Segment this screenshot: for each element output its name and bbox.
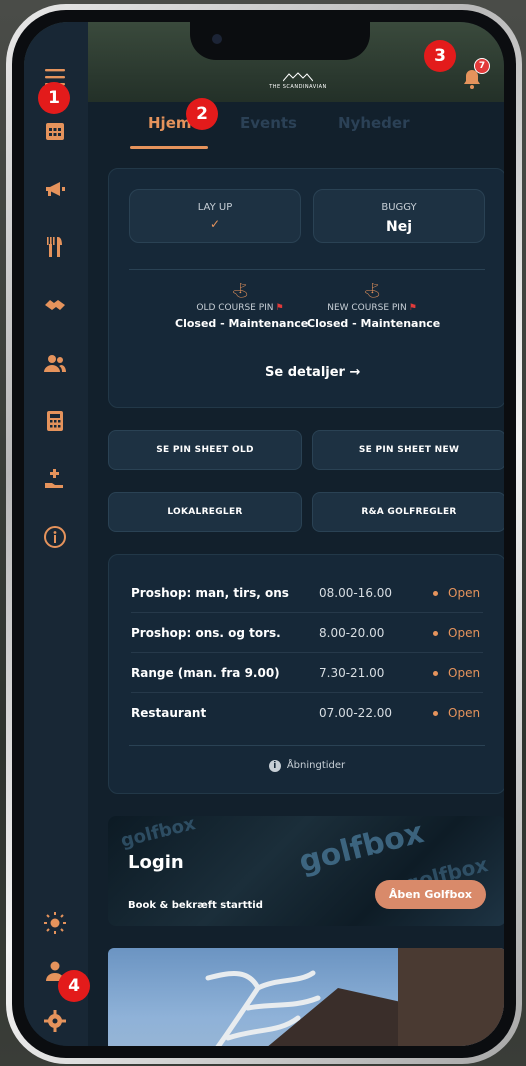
opening-hours-label: Åbningtider: [286, 760, 346, 771]
sidebar-item-donate[interactable]: [40, 464, 70, 494]
phone-bezel: THE SCANDINAVIAN 7 Hjem Events Nyheder L…: [12, 10, 516, 1058]
hours-time: 8.00-20.00: [319, 625, 385, 640]
hours-name: Restaurant: [131, 706, 207, 720]
users-icon: [44, 355, 66, 372]
annotation-marker: 2: [186, 98, 218, 130]
main-content: Hjem Events Nyheder LAY UP ✓ BUGGY Nej ⛳…: [88, 102, 504, 1046]
hours-row: Range (man. fra 9.00) 7.30-21.00 Open: [131, 653, 483, 693]
mountain-logo-icon: [283, 72, 313, 82]
local-rules-button[interactable]: LOKALREGLER: [108, 492, 302, 532]
new-pin-label: NEW COURSE PIN: [327, 303, 407, 313]
sun-icon: [44, 912, 66, 934]
hours-time: 08.00-16.00: [319, 585, 393, 600]
golfbox-title: Login: [128, 852, 184, 873]
hours-status: Open: [448, 585, 481, 600]
hand-plus-icon: [45, 469, 63, 488]
red-flag-icon: ⚑: [408, 303, 417, 313]
golf-flag-icon: ⛳︎: [363, 283, 381, 299]
red-flag-icon: ⚑: [275, 303, 284, 313]
golfbox-watermark: golfbox: [118, 816, 198, 852]
layup-stat: LAY UP ✓: [129, 189, 301, 243]
sidebar-item-restaurant[interactable]: [40, 232, 70, 262]
sidebar-item-info[interactable]: [40, 522, 70, 552]
check-icon: ✓: [209, 217, 221, 231]
divider: [129, 745, 485, 746]
annotation-marker: 3: [424, 40, 456, 72]
hours-status: Open: [448, 706, 481, 720]
old-course-pin: ⛳︎ OLD COURSE PIN ⚑ Closed - Maintenance: [175, 283, 309, 330]
sidebar-item-members[interactable]: [40, 348, 70, 378]
hours-name: Proshop: man, tirs, ons: [131, 585, 289, 600]
hours-status: Open: [448, 665, 481, 680]
brand-logo[interactable]: THE SCANDINAVIAN: [264, 72, 332, 90]
ra-golf-rules-button[interactable]: R&A GOLFREGLER: [312, 492, 504, 532]
new-pin-value: Closed - Maintenance: [307, 317, 441, 330]
annotation-marker: 4: [58, 970, 90, 1002]
pin-sheet-old-button[interactable]: SE PIN SHEET OLD: [108, 430, 302, 470]
notifications-button[interactable]: 7: [462, 58, 490, 90]
restaurant-icon: [47, 237, 62, 257]
hours-row: Proshop: man, tirs, ons 08.00-16.00 Open: [131, 573, 483, 613]
settings-icon: [44, 1010, 66, 1032]
megaphone-icon: [46, 182, 65, 196]
tab-bar: Hjem Events Nyheder: [88, 102, 504, 154]
hours-name: Proshop: ons. og tors.: [131, 625, 281, 640]
golfbox-subtitle: Book & bekræft starttid: [128, 900, 263, 911]
camera: [212, 34, 222, 44]
settings-button[interactable]: [40, 1006, 70, 1036]
opening-hours-card: Proshop: man, tirs, ons 08.00-16.00 Open…: [108, 554, 504, 794]
hours-time: 7.30-21.00: [319, 665, 385, 680]
tab-home[interactable]: Hjem: [148, 114, 192, 132]
app-screen: THE SCANDINAVIAN 7 Hjem Events Nyheder L…: [24, 22, 504, 1046]
hours-name: Range (man. fra 9.00): [131, 665, 280, 680]
new-course-pin: ⛳︎ NEW COURSE PIN ⚑ Closed - Maintenance: [307, 283, 441, 330]
sidebar-item-calendar[interactable]: [40, 116, 70, 146]
buggy-stat: BUGGY Nej: [313, 189, 485, 243]
notch: [190, 22, 370, 60]
layup-label: LAY UP: [197, 202, 233, 213]
notification-badge: 7: [474, 58, 490, 74]
info-icon: [44, 526, 66, 548]
status-dot: [433, 711, 438, 716]
clubhouse-image: [205, 948, 504, 1046]
sidebar-item-calculator[interactable]: [40, 406, 70, 436]
info-icon: i: [268, 760, 281, 772]
active-tab-indicator: [130, 146, 208, 149]
buggy-value: Nej: [385, 219, 412, 235]
calculator-icon: [47, 411, 63, 431]
open-golfbox-button[interactable]: Åben Golfbox: [374, 880, 486, 909]
sidebar-item-announcements[interactable]: [40, 174, 70, 204]
old-pin-label: OLD COURSE PIN: [196, 303, 274, 313]
tab-events[interactable]: Events: [240, 114, 297, 132]
status-dot: [433, 670, 438, 676]
golfbox-banner[interactable]: golfbox golfbox golfbox Login Book & bek…: [108, 816, 504, 926]
news-photo[interactable]: [108, 948, 504, 1046]
hours-time: 07.00-22.00: [319, 706, 393, 720]
golf-flag-icon: ⛳︎: [231, 283, 249, 299]
old-pin-value: Closed - Maintenance: [175, 317, 309, 330]
sidebar-item-partners[interactable]: [40, 290, 70, 320]
status-dot: [433, 590, 438, 596]
calendar-icon: [46, 123, 64, 140]
handshake-icon: [45, 300, 65, 310]
course-status-card: LAY UP ✓ BUGGY Nej ⛳︎ OLD COURSE PIN ⚑ Cl…: [108, 168, 504, 408]
see-details-link[interactable]: Se detaljer →: [265, 365, 360, 380]
brand-name: THE SCANDINAVIAN: [269, 84, 327, 90]
opening-hours-link[interactable]: i Åbningtider: [109, 760, 504, 772]
buggy-label: BUGGY: [381, 202, 417, 213]
divider: [129, 269, 485, 270]
pin-sheet-new-button[interactable]: SE PIN SHEET NEW: [312, 430, 504, 470]
status-dot: [433, 630, 438, 636]
hours-row: Proshop: ons. og tors. 8.00-20.00 Open: [131, 613, 483, 653]
hours-status: Open: [448, 625, 481, 640]
tab-news[interactable]: Nyheder: [338, 114, 410, 132]
hours-row: Restaurant 07.00-22.00 Open: [131, 693, 483, 733]
theme-toggle[interactable]: [40, 908, 70, 938]
sidebar: [24, 22, 88, 1046]
phone-frame: THE SCANDINAVIAN 7 Hjem Events Nyheder L…: [6, 4, 522, 1064]
annotation-marker: 1: [38, 82, 70, 114]
